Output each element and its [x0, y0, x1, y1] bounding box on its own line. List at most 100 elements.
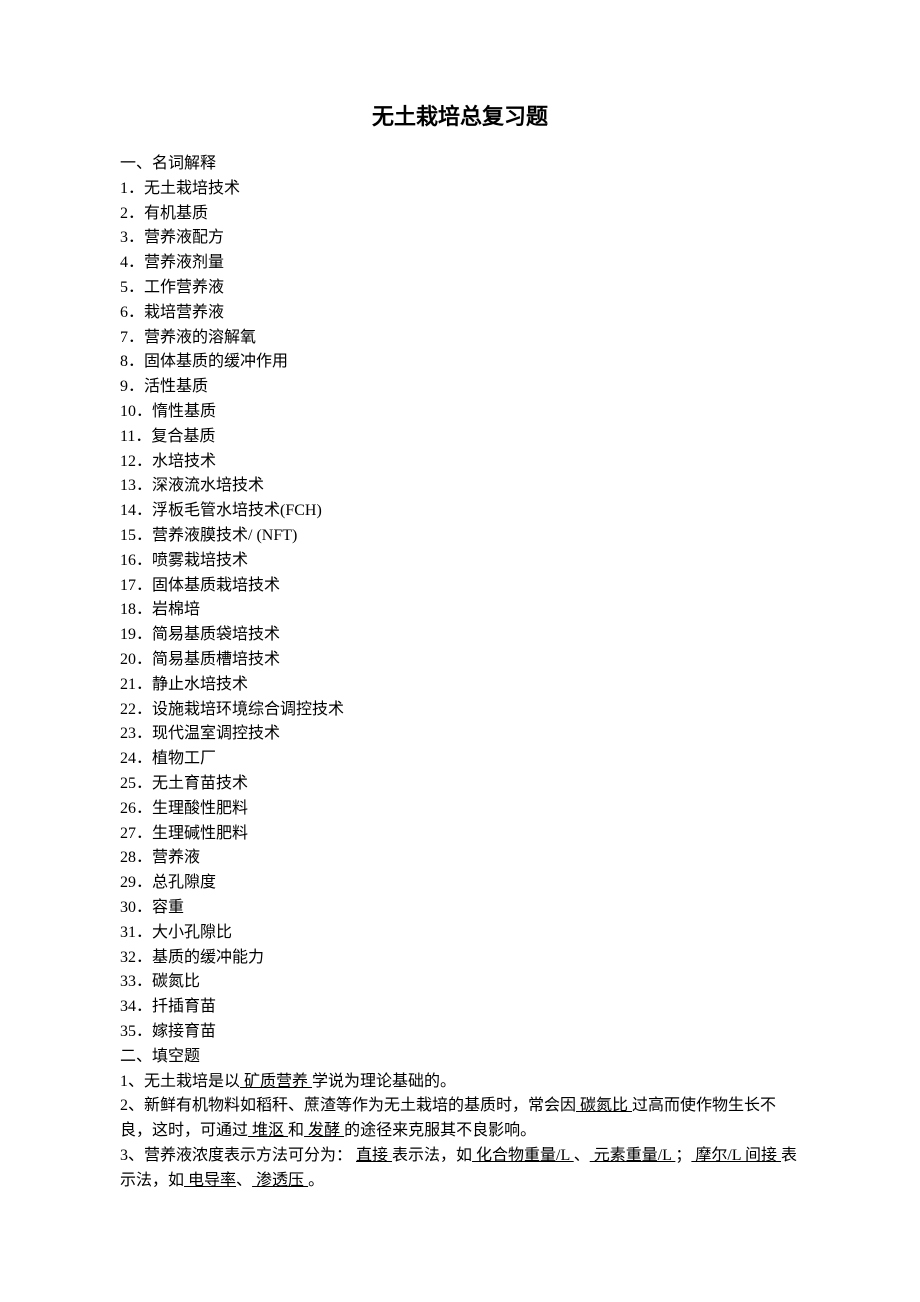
term: 现代温室调控技术: [152, 725, 280, 742]
list-item: 5．工作营养液: [120, 276, 800, 301]
list-item: 9．活性基质: [120, 375, 800, 400]
list-item: 15．营养液膜技术/ (NFT): [120, 524, 800, 549]
term: 复合基质: [151, 428, 215, 445]
q3-b7: 渗透压: [252, 1172, 308, 1189]
term: 基质的缓冲能力: [152, 949, 264, 966]
term: 植物工厂: [152, 750, 216, 767]
term: 设施栽培环境综合调控技术: [152, 701, 344, 718]
term: 简易基质槽培技术: [152, 651, 280, 668]
q3-b5: 间接: [745, 1147, 781, 1164]
q3-pre: 3、营养液浓度表示方法可分为：: [120, 1147, 356, 1164]
list-item: 25．无土育苗技术: [120, 772, 800, 797]
list-item: 23．现代温室调控技术: [120, 722, 800, 747]
q3-b3: 元素重量/L: [590, 1147, 676, 1164]
term: 营养液: [152, 849, 200, 866]
list-item: 1．无土栽培技术: [120, 177, 800, 202]
section2-heading: 二、填空题: [120, 1045, 800, 1070]
term: 扦插育苗: [152, 998, 216, 1015]
section1-list: 1．无土栽培技术 2．有机基质 3．营养液配方 4．营养液剂量 5．工作营养液 …: [120, 177, 800, 1045]
list-item: 8．固体基质的缓冲作用: [120, 350, 800, 375]
list-item: 3．营养液配方: [120, 226, 800, 251]
list-item: 29．总孔隙度: [120, 871, 800, 896]
list-item: 19．简易基质袋培技术: [120, 623, 800, 648]
list-item: 24．植物工厂: [120, 747, 800, 772]
q2-b1: 碳氮比: [576, 1097, 632, 1114]
list-item: 4．营养液剂量: [120, 251, 800, 276]
term: 营养液剂量: [144, 254, 224, 271]
list-item: 21．静止水培技术: [120, 673, 800, 698]
list-item: 7．营养液的溶解氧: [120, 326, 800, 351]
section1-heading: 一、名词解释: [120, 152, 800, 177]
term: 深液流水培技术: [152, 477, 264, 494]
q1-blank: 矿质营养: [240, 1073, 312, 1090]
list-item: 12．水培技术: [120, 450, 800, 475]
list-item: 27．生理碱性肥料: [120, 822, 800, 847]
term: 有机基质: [144, 205, 208, 222]
list-item: 13．深液流水培技术: [120, 474, 800, 499]
list-item: 31．大小孔隙比: [120, 921, 800, 946]
term: 大小孔隙比: [152, 924, 232, 941]
list-item: 14．浮板毛管水培技术(FCH): [120, 499, 800, 524]
list-item: 11．复合基质: [120, 425, 800, 450]
list-item: 28．营养液: [120, 846, 800, 871]
term: 无土栽培技术: [144, 180, 240, 197]
term: 总孔隙度: [152, 874, 216, 891]
q3-b2: 化合物重量/L: [472, 1147, 574, 1164]
fill-question-3: 3、营养液浓度表示方法可分为： 直接 表示法，如 化合物重量/L 、 元素重量/…: [120, 1144, 800, 1194]
q3-mid3: ；: [675, 1147, 691, 1164]
term: 营养液膜技术/ (NFT): [152, 527, 297, 544]
q2-mid2: 和: [288, 1122, 304, 1139]
term: 岩棉培: [152, 601, 200, 618]
list-item: 10．惰性基质: [120, 400, 800, 425]
list-item: 30．容重: [120, 896, 800, 921]
list-item: 2．有机基质: [120, 202, 800, 227]
term: 工作营养液: [144, 279, 224, 296]
term: 惰性基质: [152, 403, 216, 420]
list-item: 16．喷雾栽培技术: [120, 549, 800, 574]
term: 无土育苗技术: [152, 775, 248, 792]
q1-post: 学说为理论基础的。: [312, 1073, 456, 1090]
q3-mid2: 、: [574, 1147, 590, 1164]
term: 嫁接育苗: [152, 1023, 216, 1040]
q3-b6: 电导率: [184, 1172, 236, 1189]
list-item: 26．生理酸性肥料: [120, 797, 800, 822]
term: 生理碱性肥料: [152, 825, 248, 842]
list-item: 34．扦插育苗: [120, 995, 800, 1020]
term: 简易基质袋培技术: [152, 626, 280, 643]
term: 浮板毛管水培技术(FCH): [152, 502, 322, 519]
q3-mid1: 表示法，如: [392, 1147, 472, 1164]
q3-b1: 直接: [356, 1147, 392, 1164]
page-title: 无土栽培总复习题: [120, 100, 800, 134]
term: 栽培营养液: [144, 304, 224, 321]
q2-b3: 发酵: [304, 1122, 344, 1139]
q2-b2: 堆沤: [248, 1122, 288, 1139]
list-item: 35．嫁接育苗: [120, 1020, 800, 1045]
term: 活性基质: [144, 378, 208, 395]
fill-question-2: 2、新鲜有机物料如稻秆、蔗渣等作为无土栽培的基质时，常会因 碳氮比 过高而使作物…: [120, 1094, 800, 1144]
list-item: 17．固体基质栽培技术: [120, 574, 800, 599]
fill-question-1: 1、无土栽培是以 矿质营养 学说为理论基础的。: [120, 1070, 800, 1095]
list-item: 6．栽培营养液: [120, 301, 800, 326]
list-item: 20．简易基质槽培技术: [120, 648, 800, 673]
term: 容重: [152, 899, 184, 916]
list-item: 18．岩棉培: [120, 598, 800, 623]
term: 生理酸性肥料: [152, 800, 248, 817]
document-page: 无土栽培总复习题 一、名词解释 1．无土栽培技术 2．有机基质 3．营养液配方 …: [0, 0, 920, 1284]
q3-post: 。: [308, 1172, 324, 1189]
term: 营养液配方: [144, 229, 224, 246]
term: 水培技术: [152, 453, 216, 470]
list-item: 32．基质的缓冲能力: [120, 946, 800, 971]
q2-pre: 2、新鲜有机物料如稻秆、蔗渣等作为无土栽培的基质时，常会因: [120, 1097, 576, 1114]
q2-post: 的途径来克服其不良影响。: [344, 1122, 536, 1139]
term: 喷雾栽培技术: [152, 552, 248, 569]
term: 固体基质的缓冲作用: [144, 353, 288, 370]
term: 碳氮比: [152, 973, 200, 990]
q3-b4: 摩尔/L: [691, 1147, 745, 1164]
term: 营养液的溶解氧: [144, 329, 256, 346]
term: 固体基质栽培技术: [152, 577, 280, 594]
list-item: 22．设施栽培环境综合调控技术: [120, 698, 800, 723]
q1-pre: 1、无土栽培是以: [120, 1073, 240, 1090]
list-item: 33．碳氮比: [120, 970, 800, 995]
q3-mid5: 、: [236, 1172, 252, 1189]
term: 静止水培技术: [152, 676, 248, 693]
